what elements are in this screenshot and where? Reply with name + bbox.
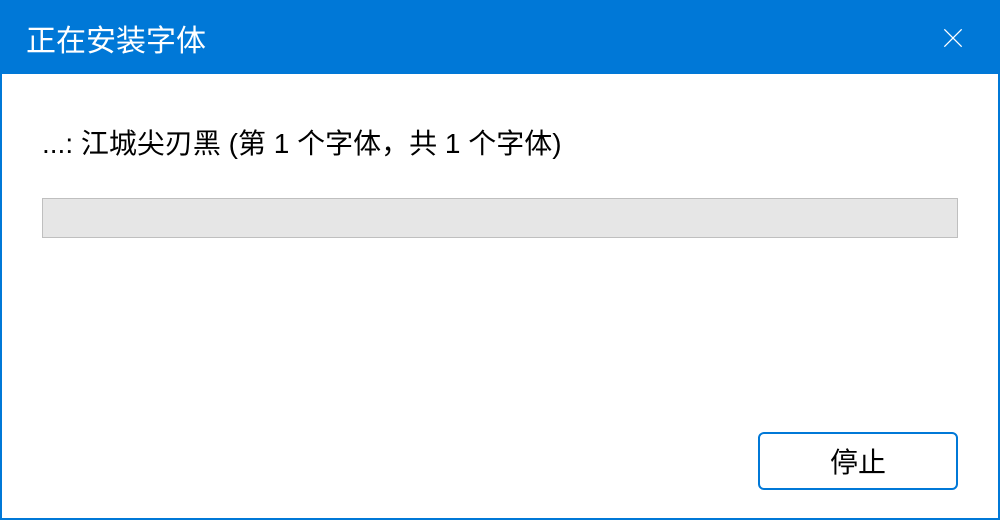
close-button[interactable] [908, 2, 998, 74]
close-icon [940, 25, 966, 51]
install-font-dialog: 正在安装字体 ...: 江城尖刃黑 (第 1 个字体，共 1 个字体) 停止 [0, 0, 1000, 520]
dialog-title: 正在安装字体 [26, 16, 206, 60]
titlebar: 正在安装字体 [2, 2, 998, 74]
stop-button[interactable]: 停止 [758, 432, 958, 490]
dialog-content: ...: 江城尖刃黑 (第 1 个字体，共 1 个字体) 停止 [2, 74, 998, 518]
install-status-text: ...: 江城尖刃黑 (第 1 个字体，共 1 个字体) [42, 122, 958, 162]
progress-bar [42, 198, 958, 238]
button-row: 停止 [758, 432, 958, 490]
